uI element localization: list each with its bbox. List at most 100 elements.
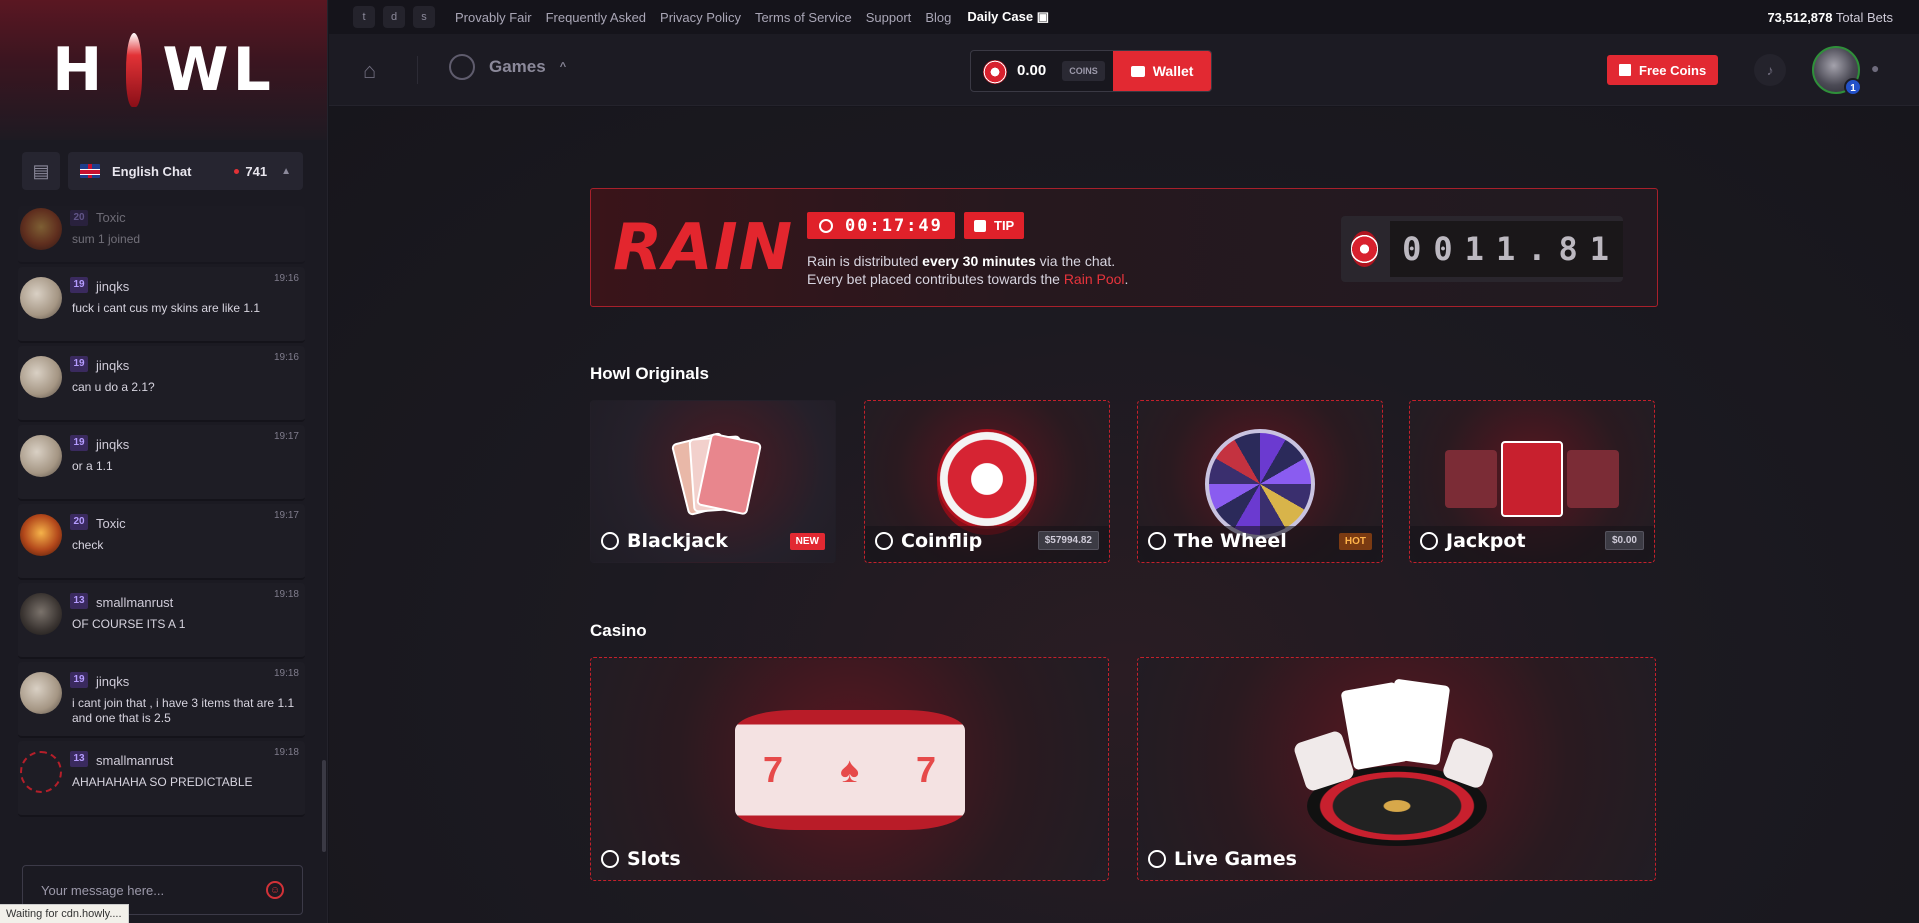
chat-message: 19 jinqks 19:17 or a 1.1 <box>18 425 305 501</box>
avatar[interactable] <box>20 208 62 250</box>
user-icon[interactable]: ● <box>1871 60 1891 80</box>
link-daily-case[interactable]: Daily Case ▣ <box>967 9 1049 25</box>
link-privacy-policy[interactable]: Privacy Policy <box>660 10 741 25</box>
chips-icon <box>1351 231 1379 267</box>
chat-username[interactable]: smallmanrust <box>96 595 173 610</box>
pool-digit: 1 <box>1589 230 1611 268</box>
howl-logo[interactable]: H WL <box>0 0 327 140</box>
user-level-badge: 13 <box>70 751 88 767</box>
bell-icon[interactable]: ♪ <box>1754 54 1786 86</box>
chat-username[interactable]: jinqks <box>96 674 129 689</box>
link-provably-fair[interactable]: Provably Fair <box>455 10 532 25</box>
rain-timer-value: 00:17:49 <box>845 215 943 236</box>
hot-badge: HOT <box>1338 533 1372 550</box>
avatar[interactable] <box>20 672 62 714</box>
online-count: 741 <box>234 164 267 179</box>
chat-username[interactable]: jinqks <box>96 437 129 452</box>
game-card-live-games[interactable]: Live Games <box>1137 657 1656 881</box>
chat-username[interactable]: jinqks <box>96 358 129 373</box>
avatar[interactable] <box>20 435 62 477</box>
logo-right: WL <box>162 35 275 105</box>
link-terms[interactable]: Terms of Service <box>755 10 852 25</box>
gift-icon <box>1619 64 1631 76</box>
link-faq[interactable]: Frequently Asked <box>546 10 646 25</box>
chat-message: 19 jinqks 19:16 fuck i cant cus my skins… <box>18 267 305 343</box>
chat-scrollbar[interactable] <box>322 760 326 852</box>
discord-icon[interactable]: d <box>383 6 405 28</box>
user-level-badge: 19 <box>70 277 88 293</box>
chat-message: 20 Toxic sum 1 joined <box>18 206 305 264</box>
avatar[interactable] <box>20 356 62 398</box>
rain-desc-2c: . <box>1124 271 1129 287</box>
chat-username[interactable]: smallmanrust <box>96 753 173 768</box>
jackpot-art <box>1427 439 1637 519</box>
home-icon[interactable]: ⌂ <box>363 58 376 84</box>
rain-pool-link[interactable]: Rain Pool <box>1064 271 1125 287</box>
rain-desc-1a: Rain is distributed <box>807 253 923 269</box>
main-header: ⌂ Games ^ 0.00 COINS Wallet Free Coins ♪… <box>329 34 1919 106</box>
free-coins-button[interactable]: Free Coins <box>1607 55 1719 85</box>
slots-art: 7 ♠ 7 <box>734 710 965 830</box>
avatar[interactable] <box>20 277 62 319</box>
chat-message: 13 smallmanrust 19:18 AHAHAHAHA SO PREDI… <box>18 741 305 817</box>
jackpot-pot-badge: $0.00 <box>1604 531 1644 550</box>
chat-timestamp: 19:18 <box>273 589 299 600</box>
game-card-label: The Wheel <box>1148 530 1287 552</box>
notification-badge: 1 <box>1844 78 1862 96</box>
balance-amount: 0.00 <box>1017 62 1047 79</box>
game-name: Slots <box>627 848 681 870</box>
steam-icon[interactable]: s <box>413 6 435 28</box>
game-card-label: Blackjack <box>601 530 728 552</box>
avatar[interactable] <box>20 751 62 793</box>
user-level-badge: 19 <box>70 356 88 372</box>
chat-timestamp: 19:17 <box>273 431 299 442</box>
chat-message: 19 jinqks 19:18 i cant join that , i hav… <box>18 662 305 738</box>
rain-tip-button[interactable]: TIP <box>964 212 1025 239</box>
pool-digit: 0 <box>1433 230 1455 268</box>
new-badge: NEW <box>789 533 825 550</box>
rain-desc-2a: Every bet placed contributes towards the <box>807 271 1064 287</box>
game-card-blackjack[interactable]: Blackjack NEW <box>590 400 836 563</box>
chat-username[interactable]: Toxic <box>96 210 126 225</box>
daily-case-label: Daily Case <box>967 9 1034 24</box>
pool-digit: 1 <box>1464 230 1486 268</box>
chat-timestamp: 19:16 <box>273 352 299 363</box>
game-card-the-wheel[interactable]: The Wheel HOT <box>1137 400 1383 563</box>
chat-sidebar: H WL ▤ English Chat 741 ▲ 20 Toxic sum 1… <box>0 0 328 923</box>
link-support[interactable]: Support <box>866 10 912 25</box>
link-blog[interactable]: Blog <box>925 10 951 25</box>
game-card-coinflip[interactable]: Coinflip $57994.82 <box>864 400 1110 563</box>
emoji-icon[interactable]: ☺ <box>266 881 284 899</box>
tip-label: TIP <box>994 218 1015 233</box>
coinflip-pot-badge: $57994.82 <box>1037 531 1099 550</box>
game-card-slots[interactable]: 7 ♠ 7 Slots <box>590 657 1109 881</box>
chat-username[interactable]: Toxic <box>96 516 126 531</box>
avatar[interactable] <box>20 514 62 556</box>
user-level-badge: 19 <box>70 435 88 451</box>
chat-username[interactable]: jinqks <box>96 279 129 294</box>
user-avatar[interactable]: 1 <box>1812 46 1862 96</box>
tip-icon <box>974 219 986 232</box>
total-bets-label: Total Bets <box>1835 9 1893 25</box>
main-content: RAIN 00:17:49 TIP Rain is distributed ev… <box>329 107 1919 923</box>
game-card-label: Coinflip <box>875 530 982 552</box>
avatar[interactable] <box>20 593 62 635</box>
wallet-button[interactable]: Wallet <box>1112 51 1212 91</box>
chat-room-selector[interactable]: English Chat 741 ▲ <box>68 152 303 190</box>
chat-header: ▤ English Chat 741 ▲ <box>22 152 303 190</box>
clock-icon <box>819 218 833 233</box>
chat-rules-button[interactable]: ▤ <box>22 152 60 190</box>
user-level-badge: 13 <box>70 593 88 609</box>
chat-message-input[interactable] <box>41 882 266 898</box>
flame-icon <box>126 33 143 107</box>
twitter-icon[interactable]: t <box>353 6 375 28</box>
total-bets-value: 73,512,878 <box>1767 9 1833 25</box>
chat-text: i cant join that , i have 3 items that a… <box>72 696 295 725</box>
game-card-jackpot[interactable]: Jackpot $0.00 <box>1409 400 1655 563</box>
pool-digit: 8 <box>1558 230 1580 268</box>
wallet-icon <box>1130 65 1145 77</box>
games-dropdown[interactable]: Games ^ <box>449 54 566 80</box>
rain-desc-line-1: Rain is distributed every 30 minutes via… <box>807 252 1128 270</box>
chat-messages: 20 Toxic sum 1 joined 19 jinqks 19:16 fu… <box>18 206 305 853</box>
rain-desc-1b: every 30 minutes <box>922 253 1036 269</box>
